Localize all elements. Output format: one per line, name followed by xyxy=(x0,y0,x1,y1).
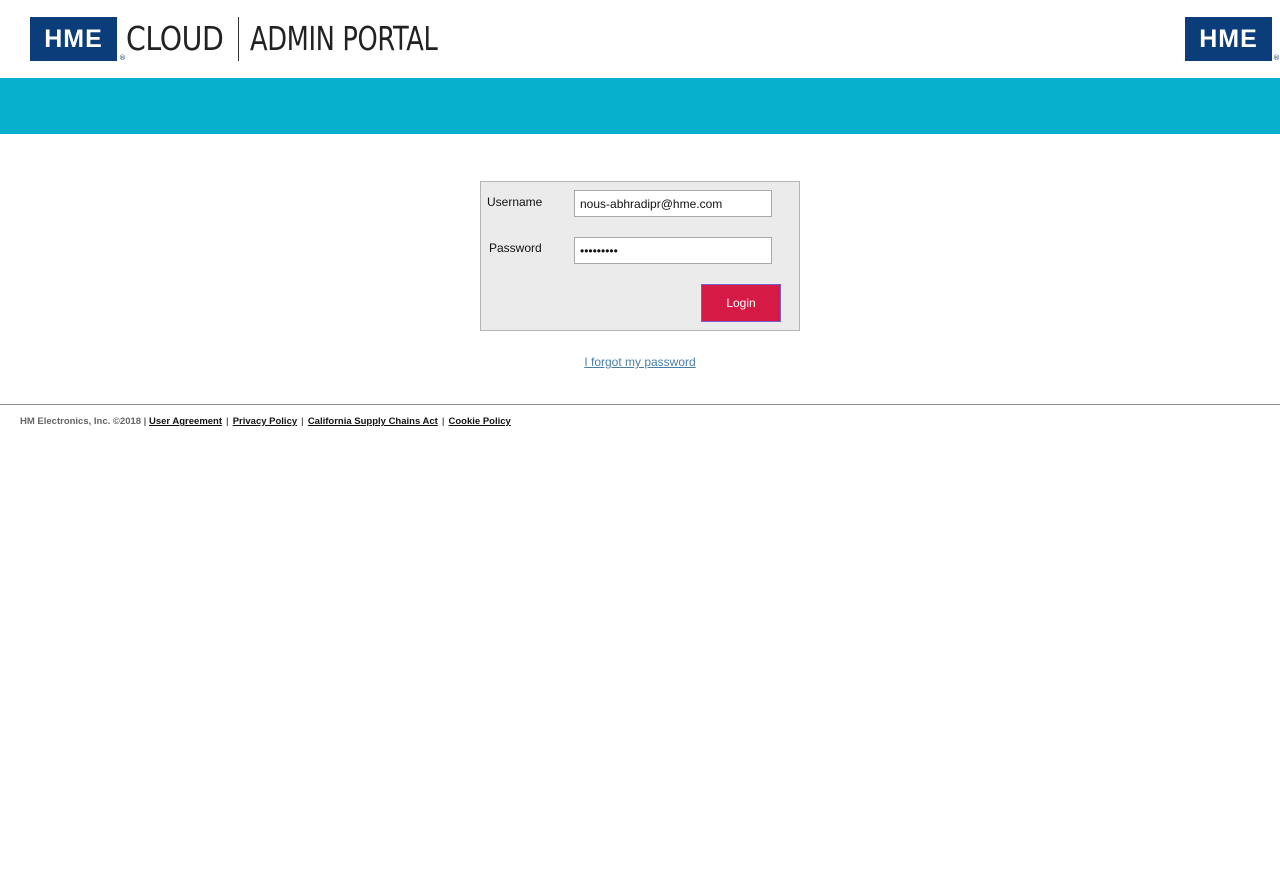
footer: HM Electronics, Inc. ©2018 | User Agreem… xyxy=(20,416,511,427)
footer-separator: | xyxy=(301,416,304,427)
forgot-password-row: I forgot my password xyxy=(0,355,1280,369)
copyright-text: HM Electronics, Inc. ©2018 | xyxy=(20,416,147,427)
login-form: Username Password Login xyxy=(480,181,800,331)
registered-mark: ® xyxy=(1273,54,1280,62)
header: HME ® CLOUD ADMIN PORTAL HME ® xyxy=(0,0,1280,78)
product-name: CLOUD xyxy=(126,19,224,58)
username-label: Username xyxy=(487,195,543,209)
cookie-policy-link[interactable]: Cookie Policy xyxy=(449,416,511,427)
banner-bar xyxy=(0,78,1280,134)
hme-logo-text: HME xyxy=(44,24,103,53)
forgot-password-link[interactable]: I forgot my password xyxy=(584,355,695,369)
user-agreement-link[interactable]: User Agreement xyxy=(149,416,222,427)
header-divider xyxy=(238,17,239,61)
footer-divider xyxy=(0,404,1280,405)
hme-logo-left: HME xyxy=(30,17,117,61)
privacy-policy-link[interactable]: Privacy Policy xyxy=(233,416,297,427)
portal-title: ADMIN PORTAL xyxy=(250,19,438,58)
footer-separator: | xyxy=(226,416,229,427)
hme-logo-text: HME xyxy=(1199,24,1258,53)
registered-mark: ® xyxy=(119,54,126,62)
california-supply-chains-link[interactable]: California Supply Chains Act xyxy=(308,416,438,427)
password-input[interactable] xyxy=(574,237,772,264)
username-input[interactable] xyxy=(574,190,772,217)
hme-logo-right: HME xyxy=(1185,17,1272,61)
footer-separator: | xyxy=(441,416,445,427)
password-label: Password xyxy=(489,241,542,255)
login-button[interactable]: Login xyxy=(701,284,781,322)
